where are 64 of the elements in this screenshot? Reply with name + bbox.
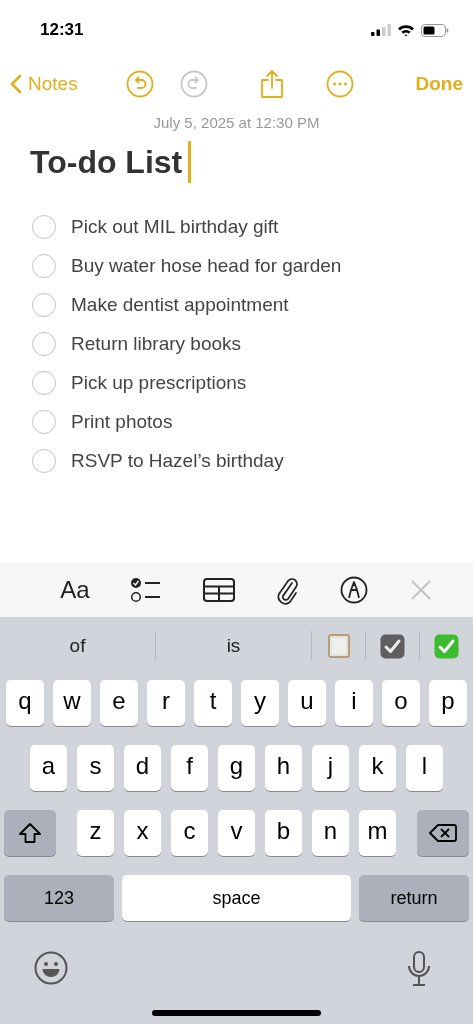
microphone-button[interactable] [407,951,431,987]
key[interactable]: i [335,680,373,726]
key[interactable]: f [170,745,209,791]
key[interactable]: j [311,745,350,791]
checklist-item[interactable]: RSVP to Hazel’s birthday [71,449,284,472]
shift-arrow-icon [18,822,42,844]
share-button[interactable] [259,69,284,99]
space-bar[interactable]: space [122,875,351,921]
suggestion[interactable]: is [156,635,311,657]
checkbox-icon[interactable] [434,633,459,659]
key[interactable]: t [194,680,232,726]
checkbox-icon[interactable] [380,633,405,659]
clock: 12:31 [40,20,84,40]
numbers-key[interactable]: 123 [4,875,114,921]
delete-key[interactable] [417,810,469,856]
table-button[interactable] [202,578,235,602]
key[interactable]: v [217,810,256,856]
close-button[interactable] [408,578,433,602]
key[interactable]: a [29,745,68,791]
paperclip-icon[interactable] [275,575,300,605]
text-format-button[interactable]: Aa [60,576,90,604]
delete-icon [429,823,457,843]
clipboard-icon[interactable] [327,634,350,658]
text-cursor [188,141,192,183]
key[interactable]: n [311,810,350,856]
key[interactable]: l [405,745,444,791]
checklist-item[interactable]: Make dentist appointment [71,293,289,316]
key[interactable]: g [217,745,256,791]
key[interactable]: d [123,745,162,791]
more-button[interactable] [325,70,354,98]
key[interactable]: y [241,680,279,726]
key[interactable]: c [170,810,209,856]
key[interactable]: r [147,680,185,726]
return-key[interactable]: return [359,875,469,921]
suggestion[interactable]: of [0,635,155,657]
wifi-icon [397,23,415,37]
key[interactable]: z [76,810,115,856]
checklist-item[interactable]: Buy water hose head for garden [71,254,342,277]
key[interactable]: x [123,810,162,856]
emoji-button[interactable] [34,951,68,985]
key[interactable]: o [382,680,420,726]
checklist-item[interactable]: Pick up prescriptions [71,371,247,394]
key[interactable]: u [288,680,326,726]
key[interactable]: w [53,680,91,726]
undo-button[interactable] [125,70,154,98]
key[interactable]: b [264,810,303,856]
checklist-item[interactable]: Pick out MIL birthday gift [71,215,279,238]
key[interactable]: m [358,810,397,856]
markup-button[interactable] [340,576,369,604]
key[interactable]: e [100,680,138,726]
key[interactable]: q [6,680,44,726]
checklist-item[interactable]: Print photos [71,410,173,433]
chevron-left-icon [10,74,22,94]
note-date: July 5, 2025 at 12:30 PM [152,114,321,131]
checklist-item[interactable]: Return library books [71,332,242,355]
key[interactable]: h [264,745,303,791]
signal-icon [371,24,391,36]
key[interactable]: s [76,745,115,791]
key[interactable]: p [429,680,467,726]
checklist-button[interactable] [130,577,163,603]
key[interactable]: k [358,745,397,791]
battery-icon [421,23,449,37]
note-title[interactable]: To-do List [30,143,183,181]
shift-key[interactable] [4,810,56,856]
